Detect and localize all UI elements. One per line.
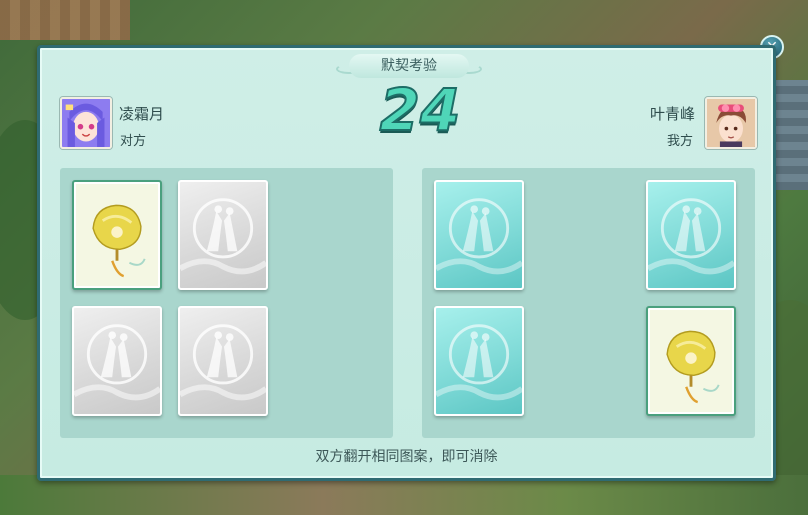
card-face-up — [72, 180, 162, 290]
opponent-name: 凌霜月 — [119, 105, 165, 123]
self-card-board — [422, 168, 755, 438]
boy-avatar-icon — [707, 99, 755, 147]
self-avatar — [705, 97, 757, 149]
opponent-role-label: 对方 — [120, 134, 147, 149]
card-face-down[interactable] — [646, 180, 736, 290]
card-face-up — [646, 306, 736, 416]
couple-emblem-icon — [180, 198, 266, 275]
girl-avatar-icon — [62, 99, 110, 147]
card-face-down[interactable] — [178, 180, 268, 290]
rules-hint: 双方翻开相同图案，即可消除 — [315, 449, 498, 465]
panel-title: 默契考验 — [349, 54, 469, 78]
couple-emblem-icon — [648, 198, 734, 275]
countdown-timer: 24 — [379, 76, 462, 144]
card-face-down[interactable] — [178, 306, 268, 416]
memory-game-panel: 默契考验 24 凌霜月 对方 叶青峰 我方 双方翻开相同图案，即可消除 — [37, 45, 776, 481]
background-ground — [0, 475, 808, 515]
couple-emblem-icon — [436, 324, 522, 401]
card-face-down[interactable] — [434, 180, 524, 290]
couple-emblem-icon — [74, 324, 160, 401]
card-face-down[interactable] — [72, 306, 162, 416]
couple-emblem-icon — [180, 324, 266, 401]
opponent-avatar — [60, 97, 112, 149]
couple-emblem-icon — [436, 198, 522, 275]
background-roof — [0, 0, 130, 40]
card-face-down[interactable] — [434, 306, 524, 416]
fan-icon — [92, 204, 146, 278]
fan-icon — [666, 330, 720, 404]
self-name: 叶青峰 — [649, 105, 695, 123]
self-role-label: 我方 — [666, 134, 693, 149]
opponent-card-board — [60, 168, 393, 438]
